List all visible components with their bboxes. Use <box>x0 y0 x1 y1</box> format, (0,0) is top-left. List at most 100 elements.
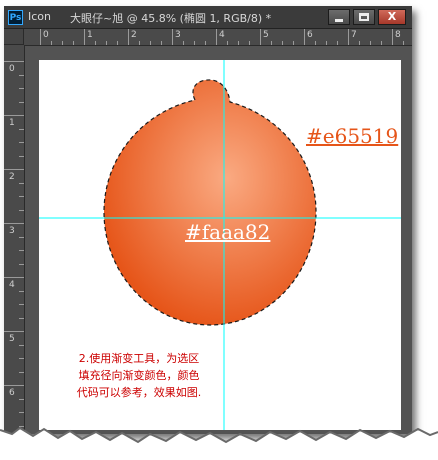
ruler-minor-tick <box>205 41 206 45</box>
close-icon: X <box>387 10 397 23</box>
ruler-minor-tick <box>19 88 24 89</box>
ruler-label: 0 <box>43 30 49 40</box>
instruction-text: 2.使用渐变工具，为选区 填充径向渐变颜色，颜色 代码可以参考，效果如图. <box>49 350 229 401</box>
photoshop-document-window: Ps Icon 大眼仔~旭 @ 45.8% (椭圆 1, RGB/8) * X … <box>4 6 412 434</box>
ruler-minor-tick <box>19 250 24 251</box>
ruler-major-tick <box>4 61 24 62</box>
ruler-major-tick <box>84 29 85 45</box>
ruler-minor-tick <box>19 196 24 197</box>
horizontal-ruler[interactable]: 0 1 2 3 4 5 6 7 8 <box>24 29 412 46</box>
ruler-minor-tick <box>370 41 371 45</box>
ruler-minor-tick <box>19 236 24 238</box>
ruler-label: 4 <box>9 280 15 290</box>
ruler-minor-tick <box>19 412 24 413</box>
ruler-label: 1 <box>87 30 93 40</box>
ruler-minor-tick <box>19 398 24 400</box>
ruler-minor-tick <box>403 41 404 45</box>
ruler-label: 4 <box>219 30 225 40</box>
ruler-label: 2 <box>9 172 15 182</box>
torn-paper-edge <box>0 426 438 460</box>
minimize-icon <box>335 19 343 22</box>
ruler-label: 8 <box>395 30 401 40</box>
document-tab-name[interactable]: Icon <box>28 10 51 23</box>
canvas-workspace[interactable]: #e65519 #faaa82 2.使用渐变工具，为选区 填充径向渐变颜色，颜色… <box>25 46 412 434</box>
ruler-major-tick <box>40 29 41 45</box>
ruler-label: 1 <box>9 118 15 128</box>
ruler-minor-tick <box>183 41 184 45</box>
ruler-minor-tick <box>271 41 272 45</box>
ruler-major-tick <box>216 29 217 45</box>
ruler-minor-tick <box>19 371 24 373</box>
ruler-minor-tick <box>73 41 74 45</box>
ruler-major-tick <box>4 331 24 332</box>
ruler-minor-tick <box>19 74 24 76</box>
ruler-minor-tick <box>326 41 327 45</box>
ruler-label: 5 <box>9 334 15 344</box>
ruler-label: 2 <box>131 30 137 40</box>
ruler-label: 6 <box>9 388 15 398</box>
ruler-minor-tick <box>19 101 24 103</box>
maximize-icon <box>359 13 369 21</box>
ruler-minor-tick <box>150 41 151 45</box>
ruler-label: 3 <box>9 226 15 236</box>
ruler-major-tick <box>128 29 129 45</box>
ruler-minor-tick <box>337 41 338 45</box>
ruler-major-tick <box>4 169 24 170</box>
ruler-minor-tick <box>315 41 316 45</box>
ruler-minor-tick <box>19 304 24 305</box>
ruler-major-tick <box>392 29 393 45</box>
ruler-minor-tick <box>19 344 24 346</box>
instruction-line-2: 填充径向渐变颜色，颜色 <box>78 369 200 382</box>
instruction-line-1: 2.使用渐变工具，为选区 <box>78 352 200 365</box>
ruler-label: 0 <box>9 64 15 74</box>
minimize-button[interactable] <box>328 9 350 25</box>
ruler-major-tick <box>260 29 261 45</box>
ruler-minor-tick <box>293 41 294 45</box>
ruler-label: 5 <box>263 30 269 40</box>
ruler-minor-tick <box>381 41 382 45</box>
ruler-major-tick <box>4 223 24 224</box>
ruler-major-tick <box>4 115 24 116</box>
ruler-minor-tick <box>19 128 24 130</box>
ruler-minor-tick <box>238 41 239 45</box>
ruler-label: 7 <box>351 30 357 40</box>
document-canvas[interactable]: #e65519 #faaa82 2.使用渐变工具，为选区 填充径向渐变颜色，颜色… <box>39 60 401 430</box>
document-title: 大眼仔~旭 @ 45.8% (椭圆 1, RGB/8) * <box>70 12 272 25</box>
photoshop-app-icon: Ps <box>8 10 23 25</box>
ruler-minor-tick <box>51 41 52 45</box>
ruler-minor-tick <box>194 41 195 45</box>
ruler-minor-tick <box>19 155 24 157</box>
ruler-major-tick <box>4 385 24 386</box>
ruler-major-tick <box>172 29 173 45</box>
ruler-minor-tick <box>19 182 24 184</box>
ruler-minor-tick <box>227 41 228 45</box>
vertical-ruler[interactable]: 01234567 <box>4 45 25 434</box>
outer-color-label: #e65519 <box>306 124 399 148</box>
ruler-minor-tick <box>249 41 250 45</box>
inner-color-label: #faaa82 <box>185 220 271 244</box>
ruler-origin[interactable] <box>4 29 24 45</box>
ruler-minor-tick <box>19 209 24 211</box>
instruction-line-3: 代码可以参考，效果如图. <box>76 386 202 399</box>
ruler-major-tick <box>4 277 24 278</box>
ruler-major-tick <box>348 29 349 45</box>
ruler-minor-tick <box>282 41 283 45</box>
ruler-minor-tick <box>161 41 162 45</box>
ruler-minor-tick <box>19 358 24 359</box>
maximize-button[interactable] <box>353 9 375 25</box>
ruler-minor-tick <box>106 41 107 45</box>
ruler-minor-tick <box>359 41 360 45</box>
document-titlebar[interactable]: Ps Icon 大眼仔~旭 @ 45.8% (椭圆 1, RGB/8) * X <box>4 6 412 29</box>
close-button[interactable]: X <box>378 9 406 25</box>
ruler-minor-tick <box>19 317 24 319</box>
ruler-minor-tick <box>62 41 63 45</box>
ruler-minor-tick <box>95 41 96 45</box>
ruler-minor-tick <box>19 263 24 265</box>
ruler-minor-tick <box>117 41 118 45</box>
ruler-label: 3 <box>175 30 181 40</box>
ruler-minor-tick <box>139 41 140 45</box>
ruler-minor-tick <box>19 142 24 143</box>
ruler-minor-tick <box>19 290 24 292</box>
gradient-filled-shape <box>103 79 317 326</box>
ruler-label: 6 <box>307 30 313 40</box>
